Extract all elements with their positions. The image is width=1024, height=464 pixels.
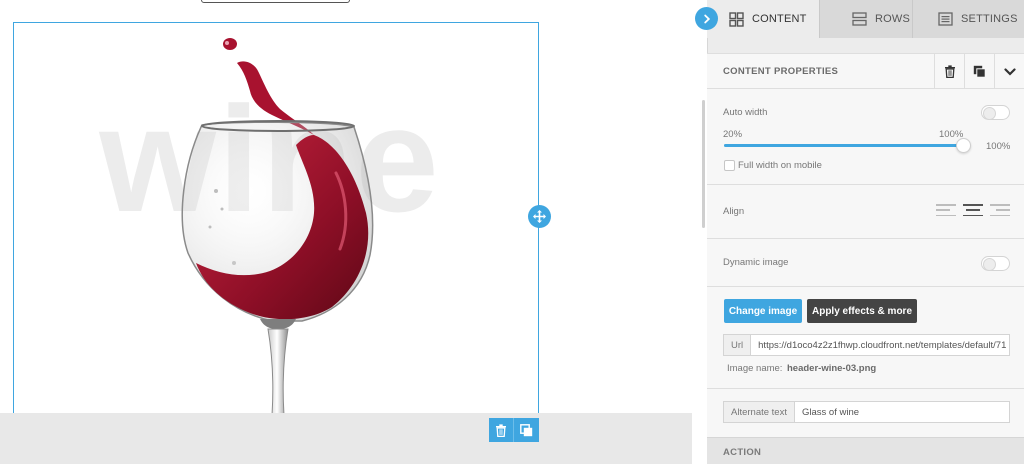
trash-icon — [944, 65, 955, 78]
panel-scrollbar[interactable] — [702, 100, 705, 228]
panel-tabs: CONTENT ROWS SETTINGS — [707, 0, 1024, 38]
tab-settings-label: SETTINGS — [961, 13, 1018, 25]
full-width-mobile-checkbox[interactable] — [724, 160, 735, 171]
wine-droplet — [223, 38, 237, 50]
alternate-text-value[interactable]: Glass of wine — [795, 407, 866, 418]
droplet-highlight — [225, 41, 229, 45]
align-center-icon[interactable] — [963, 202, 983, 218]
action-section-header[interactable]: ACTION — [707, 437, 1024, 464]
previous-block-edge[interactable] — [201, 0, 350, 3]
tab-rows-label: ROWS — [875, 13, 911, 25]
delete-block-button[interactable] — [489, 418, 514, 442]
tab-settings[interactable]: SETTINGS — [912, 0, 1024, 38]
duplicate-icon — [973, 65, 986, 78]
content-properties-header: CONTENT PROPERTIES — [707, 53, 1024, 89]
rows-icon — [852, 12, 867, 26]
duplicate-icon — [520, 423, 533, 436]
dynamic-image-toggle[interactable] — [981, 256, 1010, 271]
align-left-icon[interactable] — [936, 202, 956, 218]
auto-width-label: Auto width — [723, 107, 768, 118]
tab-content-label: CONTENT — [752, 13, 807, 25]
dynamic-image-label: Dynamic image — [723, 257, 789, 268]
content-properties-title: CONTENT PROPERTIES — [723, 66, 839, 77]
url-value[interactable]: https://d1oco4z2z1fhwp.cloudfront.net/te… — [751, 340, 1009, 351]
divider — [707, 184, 1024, 185]
move-handle[interactable] — [528, 205, 551, 228]
width-slider-thumb[interactable] — [956, 138, 971, 153]
bubble — [220, 207, 224, 211]
divider — [707, 286, 1024, 287]
bubble — [208, 225, 212, 229]
collapse-properties-button[interactable] — [994, 54, 1024, 89]
divider — [707, 388, 1024, 389]
wine-glass-image: wine — [98, 38, 439, 413]
tab-content[interactable]: CONTENT — [707, 0, 819, 38]
divider — [707, 238, 1024, 239]
bubble — [214, 189, 218, 193]
duplicate-content-button[interactable] — [964, 54, 994, 89]
width-slider-fill — [724, 144, 964, 147]
image-name-value: header-wine-03.png — [787, 363, 877, 374]
editor-canvas: wine — [0, 0, 692, 464]
width-slider[interactable] — [724, 138, 971, 153]
bubble — [232, 261, 236, 265]
grid-icon — [729, 11, 744, 27]
canvas-empty-area — [0, 413, 692, 464]
block-toolbar — [489, 418, 539, 442]
chevron-down-icon — [1003, 67, 1016, 76]
tab-rows[interactable]: ROWS — [819, 0, 912, 38]
image-name-label: Image name: — [727, 363, 783, 374]
alternate-text-field[interactable]: Alternate text Glass of wine — [723, 401, 1010, 423]
collapse-panel-button[interactable] — [695, 7, 718, 30]
change-image-button[interactable]: Change image — [724, 299, 802, 323]
auto-width-toggle[interactable] — [981, 105, 1010, 120]
url-prefix: Url — [724, 335, 752, 355]
action-title: ACTION — [723, 447, 762, 458]
trash-icon — [496, 423, 506, 437]
settings-list-icon — [938, 12, 953, 26]
alternate-text-prefix: Alternate text — [724, 402, 795, 422]
glass-stem — [267, 328, 289, 413]
slider-min-label: 20% — [723, 129, 743, 140]
glass-stem-neck — [260, 319, 296, 329]
apply-effects-button[interactable]: Apply effects & more — [807, 299, 917, 323]
chevron-right-icon — [703, 14, 710, 23]
slider-value-label: 100% — [986, 141, 1011, 152]
align-label: Align — [723, 206, 745, 217]
align-right-icon[interactable] — [990, 202, 1010, 218]
image-block[interactable]: wine — [13, 22, 539, 414]
url-field[interactable]: Url https://d1oco4z2z1fhwp.cloudfront.ne… — [723, 334, 1010, 356]
full-width-mobile-label: Full width on mobile — [738, 160, 822, 171]
delete-content-button[interactable] — [934, 54, 964, 89]
duplicate-block-button[interactable] — [514, 418, 539, 442]
move-arrows-icon — [533, 210, 546, 223]
